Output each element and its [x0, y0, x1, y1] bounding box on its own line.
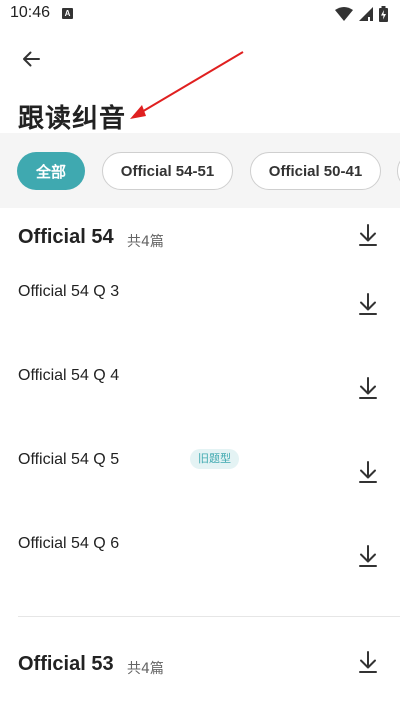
arrow-left-icon — [23, 51, 40, 67]
filter-bar: 全部 Official 54-51 Official 50-41 — [0, 133, 400, 208]
filter-chip-official-54-51[interactable]: Official 54-51 — [102, 152, 233, 190]
signal-icon — [359, 7, 373, 21]
group-header: Official 54 共4篇 — [0, 222, 400, 262]
list-item[interactable]: Official 54 Q 3 — [0, 283, 400, 343]
status-icons — [335, 6, 388, 22]
item-download-button[interactable] — [356, 375, 380, 401]
download-icon — [359, 293, 377, 315]
item-title: Official 54 Q 4 — [18, 367, 120, 384]
download-icon — [359, 651, 377, 673]
download-icon — [359, 377, 377, 399]
item-download-button[interactable] — [356, 459, 380, 485]
list-item[interactable]: Official 54 Q 4 — [0, 367, 400, 427]
item-title: Official 54 Q 5 — [18, 451, 120, 468]
group-download-button[interactable] — [356, 649, 380, 675]
group-title: Official 54 — [18, 226, 114, 248]
divider — [18, 616, 400, 617]
page-title: 跟读纠音 — [18, 104, 127, 134]
group-count: 共4篇 — [127, 661, 164, 677]
group-download-button[interactable] — [356, 222, 380, 248]
item-download-button[interactable] — [356, 543, 380, 569]
wifi-icon — [335, 7, 353, 21]
item-download-button[interactable] — [356, 291, 380, 317]
item-title: Official 54 Q 6 — [18, 535, 120, 552]
status-bar: 10:46 A — [0, 0, 400, 28]
item-title: Official 54 Q 3 — [18, 283, 120, 300]
old-format-badge: 旧题型 — [190, 449, 239, 469]
download-icon — [359, 224, 377, 246]
list-item[interactable]: Official 54 Q 6 — [0, 535, 400, 595]
download-icon — [359, 461, 377, 483]
filter-chip-all[interactable]: 全部 — [17, 152, 85, 190]
group-title: Official 53 — [18, 653, 114, 675]
group-header: Official 53 共4篇 — [0, 649, 400, 689]
back-button[interactable] — [16, 44, 46, 74]
battery-icon — [379, 6, 388, 22]
group-count: 共4篇 — [127, 234, 164, 250]
list-item[interactable]: Official 54 Q 5 旧题型 — [0, 449, 400, 511]
filter-chip-official-50-41[interactable]: Official 50-41 — [250, 152, 381, 190]
app-notification-icon: A — [62, 8, 73, 19]
download-icon — [359, 545, 377, 567]
status-time: 10:46 — [10, 4, 51, 21]
